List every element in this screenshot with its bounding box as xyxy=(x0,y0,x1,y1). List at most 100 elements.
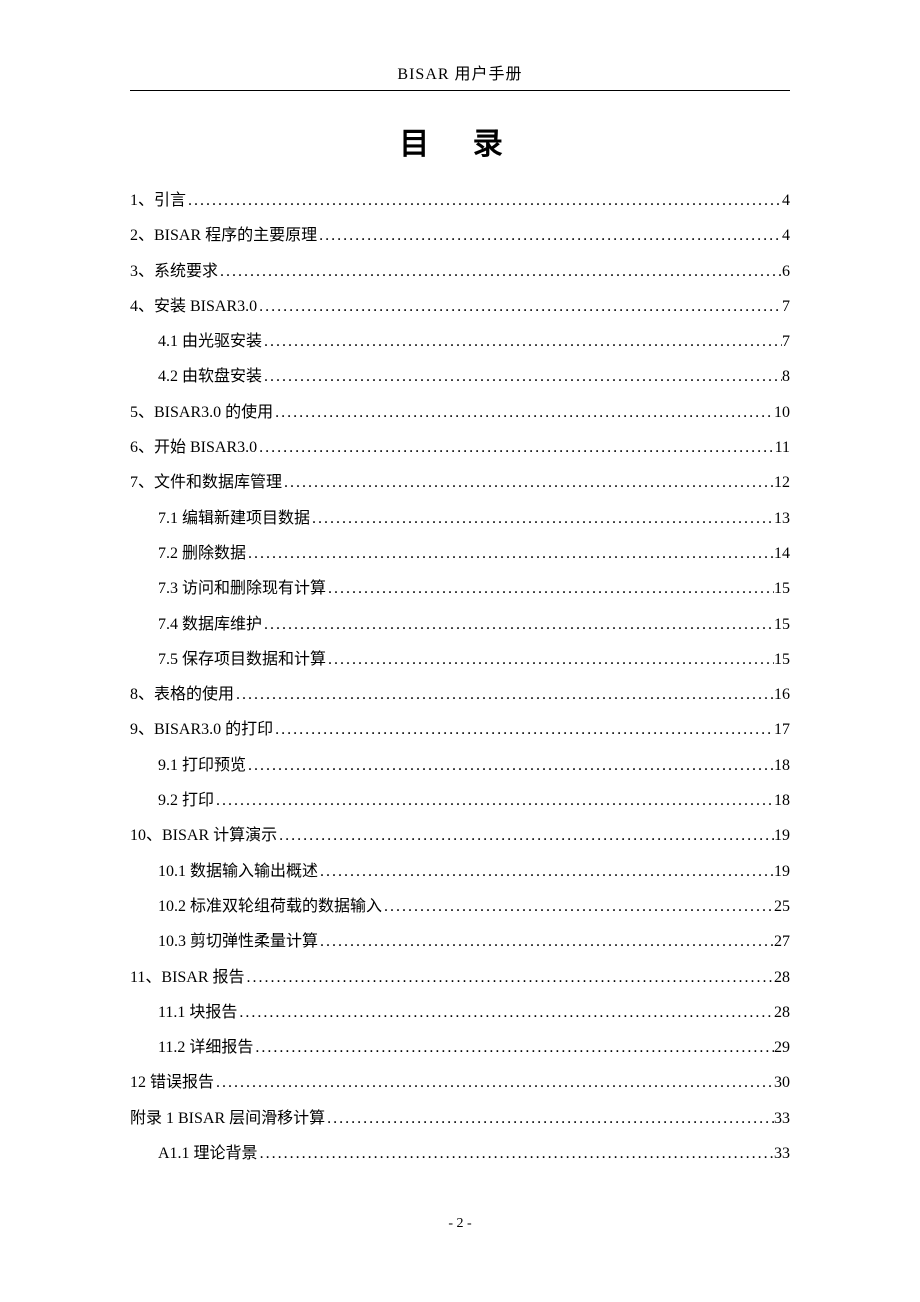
toc-label: 8、表格的使用 xyxy=(130,685,234,706)
toc-row: 11.2 详细报告 29 xyxy=(130,1038,790,1059)
toc-row: 4.1 由光驱安装 7 xyxy=(130,332,790,353)
toc-label: 9、BISAR3.0 的打印 xyxy=(130,720,273,741)
toc-leader-dots xyxy=(234,685,774,706)
toc-page-number: 15 xyxy=(774,615,790,636)
toc-label: 7.3 访问和删除现有计算 xyxy=(158,579,326,600)
toc-leader-dots xyxy=(253,1038,774,1059)
toc-row: 1、引言 4 xyxy=(130,191,790,212)
toc-page-number: 10 xyxy=(774,403,790,424)
toc-leader-dots xyxy=(317,226,782,247)
toc-page-number: 4 xyxy=(782,191,790,212)
toc-label: 7.5 保存项目数据和计算 xyxy=(158,650,326,671)
page: BISAR 用户手册 目 录 1、引言 4 2、BISAR 程序的主要原理 4 3、系统… xyxy=(0,0,920,1302)
toc-label: 11.1 块报告 xyxy=(158,1003,237,1024)
toc-row: 9、BISAR3.0 的打印17 xyxy=(130,720,790,741)
toc-row: 10.3 剪切弹性柔量计算 27 xyxy=(130,932,790,953)
toc-row: 5、BISAR3.0 的使用10 xyxy=(130,403,790,424)
toc-page-number: 28 xyxy=(774,1003,790,1024)
toc-label: 6、开始 BISAR3.0 xyxy=(130,438,257,459)
toc-page-number: 14 xyxy=(774,544,790,565)
toc-page-number: 18 xyxy=(774,791,790,812)
toc-leader-dots xyxy=(325,1109,774,1130)
toc-page-number: 12 xyxy=(774,473,790,494)
toc-page-number: 8 xyxy=(782,367,790,388)
toc-row: 2、BISAR 程序的主要原理 4 xyxy=(130,226,790,247)
toc-label: 3、系统要求 xyxy=(130,262,218,283)
toc-label: 1、引言 xyxy=(130,191,186,212)
toc-row: 10.2 标准双轮组荷载的数据输入 25 xyxy=(130,897,790,918)
toc-leader-dots xyxy=(318,862,774,883)
toc-leader-dots xyxy=(273,720,774,741)
toc-page-number: 7 xyxy=(782,297,790,318)
toc-page-number: 29 xyxy=(774,1038,790,1059)
toc-label: 10.3 剪切弹性柔量计算 xyxy=(158,932,318,953)
toc-page-number: 19 xyxy=(774,826,790,847)
toc-label: 2、BISAR 程序的主要原理 xyxy=(130,226,317,247)
toc-row: 10.1 数据输入输出概述 19 xyxy=(130,862,790,883)
toc-leader-dots xyxy=(246,544,774,565)
toc-page-number: 27 xyxy=(774,932,790,953)
running-head: BISAR 用户手册 xyxy=(130,60,790,91)
toc-row: 附录 1 BISAR 层间滑移计算 33 xyxy=(130,1109,790,1130)
toc-page-number: 19 xyxy=(774,862,790,883)
toc-label: A1.1 理论背景 xyxy=(158,1144,258,1165)
toc-page-number: 30 xyxy=(774,1073,790,1094)
toc-row: 7.4 数据库维护 15 xyxy=(130,615,790,636)
toc-label: 10.2 标准双轮组荷载的数据输入 xyxy=(158,897,382,918)
toc-page-number: 33 xyxy=(774,1109,790,1130)
toc-label: 7.1 编辑新建项目数据 xyxy=(158,509,310,530)
toc-row: 7.3 访问和删除现有计算15 xyxy=(130,579,790,600)
toc-leader-dots xyxy=(277,826,774,847)
toc-row: 9.1 打印预览18 xyxy=(130,756,790,777)
toc-row: 6、开始 BISAR3.011 xyxy=(130,438,790,459)
toc-page-number: 33 xyxy=(774,1144,790,1165)
toc-leader-dots xyxy=(237,1003,774,1024)
toc-leader-dots xyxy=(310,509,774,530)
toc-label: 4、安装 BISAR3.0 xyxy=(130,297,257,318)
toc-label: 附录 1 BISAR 层间滑移计算 xyxy=(130,1109,325,1130)
toc-label: 4.2 由软盘安装 xyxy=(158,367,262,388)
toc-row: 11.1 块报告 28 xyxy=(130,1003,790,1024)
toc-label: 11、BISAR 报告 xyxy=(130,968,245,989)
toc-leader-dots xyxy=(257,297,782,318)
toc-leader-dots xyxy=(186,191,782,212)
toc-leader-dots xyxy=(262,332,782,353)
toc-row: 12 错误报告30 xyxy=(130,1073,790,1094)
toc-page-number: 28 xyxy=(774,968,790,989)
toc-page-number: 4 xyxy=(782,226,790,247)
toc-label: 7.4 数据库维护 xyxy=(158,615,262,636)
toc-row: 7.5 保存项目数据和计算 15 xyxy=(130,650,790,671)
toc-page-number: 13 xyxy=(774,509,790,530)
toc-row: 7、文件和数据库管理 12 xyxy=(130,473,790,494)
page-footer: - 2 - xyxy=(0,1216,920,1232)
toc-label: 9.1 打印预览 xyxy=(158,756,246,777)
toc-leader-dots xyxy=(326,650,774,671)
toc-row: 4、安装 BISAR3.0 7 xyxy=(130,297,790,318)
toc-row: 4.2 由软盘安装 8 xyxy=(130,367,790,388)
toc-label: 10、BISAR 计算演示 xyxy=(130,826,277,847)
toc-page-number: 7 xyxy=(782,332,790,353)
toc-leader-dots xyxy=(262,615,774,636)
page-number: - 2 - xyxy=(448,1216,471,1231)
toc-leader-dots xyxy=(326,579,774,600)
toc-leader-dots xyxy=(246,756,774,777)
toc-label: 4.1 由光驱安装 xyxy=(158,332,262,353)
toc-page-number: 15 xyxy=(774,650,790,671)
table-of-contents: 1、引言 4 2、BISAR 程序的主要原理 4 3、系统要求 6 4、安装 BISAR3.… xyxy=(130,191,790,1165)
toc-page-number: 25 xyxy=(774,897,790,918)
toc-label: 11.2 详细报告 xyxy=(158,1038,253,1059)
toc-leader-dots xyxy=(382,897,774,918)
toc-page-number: 16 xyxy=(774,685,790,706)
toc-row: 3、系统要求 6 xyxy=(130,262,790,283)
toc-leader-dots xyxy=(218,262,782,283)
toc-row: 8、表格的使用 16 xyxy=(130,685,790,706)
toc-label: 7、文件和数据库管理 xyxy=(130,473,282,494)
toc-leader-dots xyxy=(214,1073,774,1094)
page-title: 目 录 xyxy=(130,119,790,163)
toc-leader-dots xyxy=(257,438,774,459)
toc-page-number: 6 xyxy=(782,262,790,283)
toc-label: 10.1 数据输入输出概述 xyxy=(158,862,318,883)
toc-row: A1.1 理论背景 33 xyxy=(130,1144,790,1165)
toc-leader-dots xyxy=(262,367,782,388)
toc-label: 7.2 删除数据 xyxy=(158,544,246,565)
